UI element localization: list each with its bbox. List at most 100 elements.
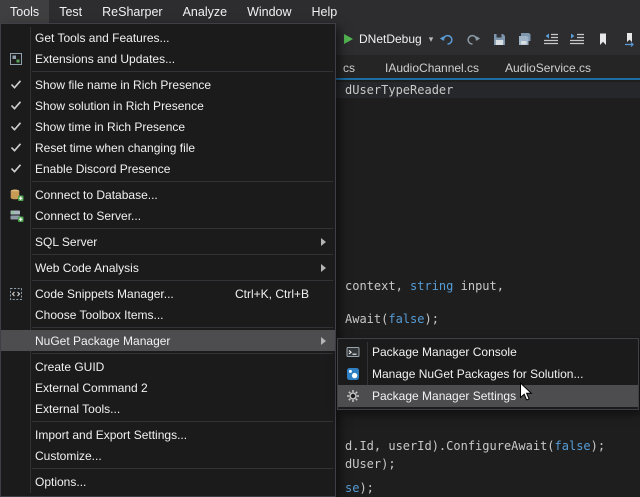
- next-bookmark-icon[interactable]: [620, 30, 638, 48]
- menu-separator: [32, 353, 333, 354]
- menu-item-label: SQL Server: [35, 235, 97, 249]
- bookmark-icon[interactable]: [594, 30, 612, 48]
- menu-item-customize[interactable]: Customize...: [1, 445, 335, 466]
- menu-item-connect-to-database[interactable]: Connect to Database...: [1, 184, 335, 205]
- nuget-submenu: Package Manager Console Manage NuGet Pack…: [337, 338, 639, 410]
- menubar-item-window[interactable]: Window: [237, 0, 301, 23]
- menu-item-label: Import and Export Settings...: [35, 428, 187, 442]
- play-icon: [344, 34, 353, 44]
- menu-item-label: Customize...: [35, 449, 102, 463]
- toolbar-icons: [438, 27, 638, 51]
- code-line: Await(false);: [345, 312, 439, 326]
- code-segment: Await(: [345, 312, 388, 326]
- menu-item-package-manager-settings[interactable]: Package Manager Settings: [338, 385, 638, 407]
- mouse-cursor: [519, 382, 533, 402]
- save-all-icon[interactable]: [516, 30, 534, 48]
- code-segment: dUser);: [345, 457, 396, 471]
- code-segment: false: [555, 439, 591, 453]
- code-segment: false: [388, 312, 424, 326]
- checkmark-icon: [1, 142, 31, 153]
- save-icon[interactable]: [490, 30, 508, 48]
- menubar: ToolsTestReSharperAnalyzeWindowHelp: [0, 0, 640, 23]
- checkmark-icon: [1, 121, 31, 132]
- menu-item-show-solution-in-rich-presence[interactable]: Show solution in Rich Presence: [1, 95, 335, 116]
- navigate-forward-icon[interactable]: [464, 30, 482, 48]
- submenu-arrow-icon: [321, 238, 326, 246]
- submenu-arrow-icon: [321, 337, 326, 345]
- menu-item-label: Extensions and Updates...: [35, 52, 175, 66]
- menubar-item-help[interactable]: Help: [302, 0, 348, 23]
- menu-item-shortcut: Ctrl+K, Ctrl+B: [235, 287, 309, 301]
- menu-item-code-snippets-manager[interactable]: Code Snippets Manager... Ctrl+K, Ctrl+B: [1, 283, 335, 304]
- menu-item-label: Show solution in Rich Presence: [35, 99, 204, 113]
- menu-item-label: Show time in Rich Presence: [35, 120, 185, 134]
- menu-item-package-manager-console[interactable]: Package Manager Console: [338, 341, 638, 363]
- debug-target-label: DNetDebug: [359, 32, 422, 46]
- menu-item-label: Show file name in Rich Presence: [35, 78, 211, 92]
- menu-item-show-file-name-in-rich-presence[interactable]: Show file name in Rich Presence: [1, 74, 335, 95]
- gear-icon: [338, 389, 368, 403]
- menu-item-import-and-export-settings[interactable]: Import and Export Settings...: [1, 424, 335, 445]
- chevron-down-icon[interactable]: ▾: [429, 34, 434, 45]
- menu-item-label: Choose Toolbox Items...: [35, 308, 164, 322]
- menu-item-get-tools-and-features[interactable]: Get Tools and Features...: [1, 27, 335, 48]
- snippets-icon: [1, 287, 31, 301]
- menu-item-show-time-in-rich-presence[interactable]: Show time in Rich Presence: [1, 116, 335, 137]
- menubar-item-test[interactable]: Test: [49, 0, 92, 23]
- code-segment: );: [359, 481, 373, 495]
- code-segment: );: [424, 312, 438, 326]
- start-debug-button[interactable]: DNetDebug ▾: [344, 29, 433, 49]
- menu-item-label: Connect to Server...: [35, 209, 141, 223]
- menu-item-options[interactable]: Options...: [1, 471, 335, 492]
- code-segment: );: [591, 439, 605, 453]
- menu-item-label: Package Manager Settings: [372, 389, 516, 403]
- nav-bar-text: dUserTypeReader: [345, 83, 453, 97]
- outdent-icon[interactable]: [542, 30, 560, 48]
- menu-separator: [32, 71, 333, 72]
- tab-audioservice-cs[interactable]: AudioService.cs: [499, 55, 597, 80]
- menu-item-label: Code Snippets Manager...: [35, 287, 174, 301]
- menu-item-extensions-and-updates[interactable]: Extensions and Updates...: [1, 48, 335, 69]
- menubar-item-tools[interactable]: Tools: [0, 0, 49, 23]
- menu-item-label: External Tools...: [35, 402, 120, 416]
- menu-item-reset-time-when-changing-file[interactable]: Reset time when changing file: [1, 137, 335, 158]
- menubar-item-analyze[interactable]: Analyze: [173, 0, 237, 23]
- indent-icon[interactable]: [568, 30, 586, 48]
- menu-item-nuget-package-manager[interactable]: NuGet Package Manager: [1, 330, 335, 351]
- menu-item-label: Package Manager Console: [372, 345, 517, 359]
- menu-item-label: Web Code Analysis: [35, 261, 139, 275]
- code-line: dUser);: [345, 457, 396, 471]
- menu-item-sql-server[interactable]: SQL Server: [1, 231, 335, 252]
- code-segment: d.Id, userId).ConfigureAwait(: [345, 439, 555, 453]
- menu-item-external-tools[interactable]: External Tools...: [1, 398, 335, 419]
- menu-separator: [32, 468, 333, 469]
- menu-item-connect-to-server[interactable]: Connect to Server...: [1, 205, 335, 226]
- menubar-item-resharper[interactable]: ReSharper: [92, 0, 172, 23]
- submenu-arrow-icon: [321, 264, 326, 272]
- code-segment: input,: [453, 279, 504, 293]
- menu-item-enable-discord-presence[interactable]: Enable Discord Presence: [1, 158, 335, 179]
- navigate-backward-icon[interactable]: [438, 30, 456, 48]
- nuget-packages-icon: [338, 367, 368, 381]
- menu-item-create-guid[interactable]: Create GUID: [1, 356, 335, 377]
- code-segment: se: [345, 481, 359, 495]
- menu-separator: [32, 280, 333, 281]
- menu-item-label: NuGet Package Manager: [35, 334, 170, 348]
- code-line: context, string input,: [345, 279, 504, 293]
- menu-item-web-code-analysis[interactable]: Web Code Analysis: [1, 257, 335, 278]
- add-database-icon: [1, 188, 31, 202]
- menu-item-external-command-2[interactable]: External Command 2: [1, 377, 335, 398]
- add-server-icon: [1, 209, 31, 223]
- menu-item-label: Options...: [35, 475, 86, 489]
- menu-separator: [32, 181, 333, 182]
- code-segment: context,: [345, 279, 410, 293]
- menu-item-label: Enable Discord Presence: [35, 162, 170, 176]
- code-line: se);: [345, 481, 374, 495]
- tab-cs[interactable]: cs: [337, 55, 361, 80]
- code-line: d.Id, userId).ConfigureAwait(false);: [345, 439, 605, 453]
- menu-item-label: Connect to Database...: [35, 188, 158, 202]
- menu-item-manage-nuget-packages-for-solution[interactable]: Manage NuGet Packages for Solution...: [338, 363, 638, 385]
- menu-separator: [32, 421, 333, 422]
- menu-item-choose-toolbox-items[interactable]: Choose Toolbox Items...: [1, 304, 335, 325]
- tab-iaudiochannel-cs[interactable]: IAudioChannel.cs: [379, 55, 485, 80]
